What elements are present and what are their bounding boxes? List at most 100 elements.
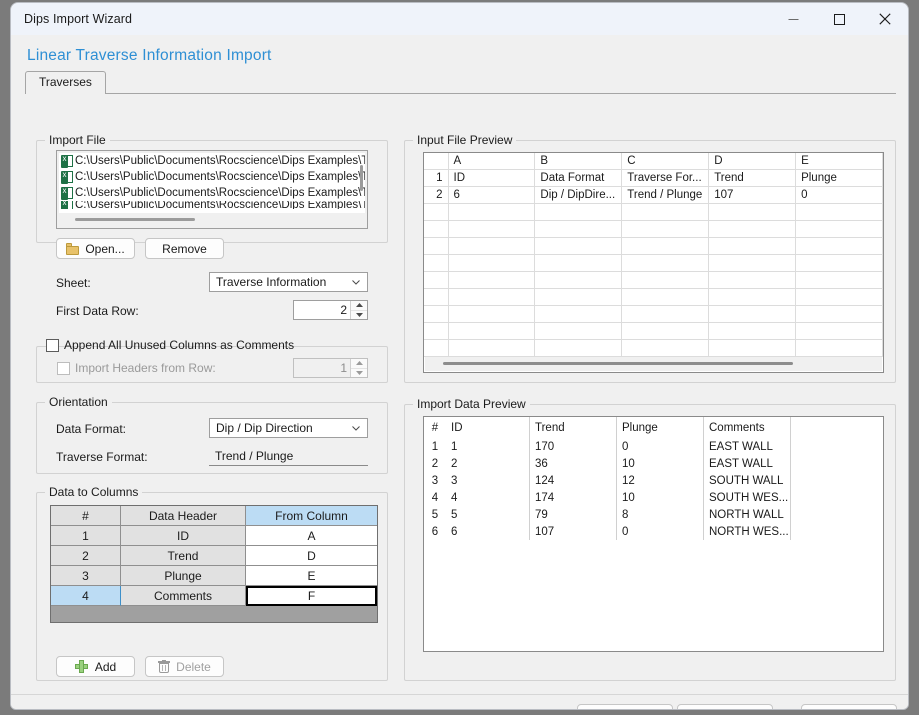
append-unused-columns-checkbox[interactable]: Append All Unused Columns as Comments: [46, 338, 294, 352]
cell[interactable]: [535, 221, 622, 238]
cell-plunge[interactable]: 8: [617, 506, 704, 523]
cell-comments[interactable]: NORTH WALL: [704, 506, 791, 523]
column-header-b[interactable]: B: [535, 153, 622, 170]
cell[interactable]: 0: [796, 187, 883, 204]
cell[interactable]: [709, 289, 796, 306]
file-list-hscroll-track[interactable]: [59, 213, 365, 226]
file-list-vertical-scrollbar[interactable]: [360, 165, 363, 191]
cell-extra[interactable]: [791, 438, 871, 455]
cell-extra[interactable]: [791, 472, 871, 489]
cell-plunge[interactable]: 10: [617, 489, 704, 506]
cell[interactable]: [449, 306, 536, 323]
close-button[interactable]: [862, 3, 908, 35]
minimize-button[interactable]: [770, 3, 816, 35]
table-row[interactable]: 1 ID Data Format Traverse For... Trend P…: [424, 170, 883, 187]
table-row-empty[interactable]: [424, 323, 883, 340]
table-row-empty[interactable]: [424, 255, 883, 272]
cell-extra[interactable]: [791, 523, 871, 540]
cell[interactable]: [709, 221, 796, 238]
cell-id[interactable]: 3: [446, 472, 530, 489]
row-from-column[interactable]: D: [246, 546, 377, 566]
cell[interactable]: [535, 204, 622, 221]
table-row-empty[interactable]: [424, 204, 883, 221]
cell[interactable]: [796, 340, 883, 357]
cell-trend[interactable]: 36: [530, 455, 617, 472]
cell[interactable]: [622, 272, 709, 289]
cell[interactable]: [449, 255, 536, 272]
cell-trend[interactable]: 124: [530, 472, 617, 489]
input-preview-horizontal-scrollbar[interactable]: [443, 362, 793, 365]
next-button[interactable]: Next >: [677, 704, 773, 710]
table-row-empty[interactable]: [424, 272, 883, 289]
back-button[interactable]: < Back: [577, 704, 673, 710]
cell[interactable]: [796, 306, 883, 323]
cell[interactable]: [796, 255, 883, 272]
import-data-preview-table[interactable]: # ID Trend Plunge Comments 1 1 170 0 EAS…: [423, 416, 884, 652]
cell[interactable]: [449, 289, 536, 306]
cell-trend[interactable]: 170: [530, 438, 617, 455]
cell[interactable]: [622, 306, 709, 323]
cell-comments[interactable]: SOUTH WALL: [704, 472, 791, 489]
cell[interactable]: [449, 272, 536, 289]
input-file-preview-table[interactable]: A B C D E 1 ID Data Format Traverse For.…: [423, 152, 884, 373]
table-row[interactable]: 2 6 Dip / DipDire... Trend / Plunge 107 …: [424, 187, 883, 204]
table-row[interactable]: 5 5 79 8 NORTH WALL: [424, 506, 883, 523]
sheet-select[interactable]: Traverse Information: [209, 272, 368, 292]
cell[interactable]: [535, 306, 622, 323]
tab-traverses[interactable]: Traverses: [25, 71, 106, 94]
data-to-columns-table[interactable]: # Data Header From Column 1 ID A 2 Trend…: [50, 505, 378, 623]
list-item[interactable]: C:\Users\Public\Documents\Rocscience\Dip…: [59, 169, 365, 185]
table-row-empty[interactable]: [424, 221, 883, 238]
table-row[interactable]: 1 ID A: [51, 526, 377, 546]
cell-trend[interactable]: 174: [530, 489, 617, 506]
cell[interactable]: [709, 204, 796, 221]
cell[interactable]: [796, 221, 883, 238]
input-preview-hscroll-track[interactable]: [425, 357, 882, 371]
cell[interactable]: [449, 221, 536, 238]
column-header-e[interactable]: E: [796, 153, 883, 170]
table-row[interactable]: 3 3 124 12 SOUTH WALL: [424, 472, 883, 489]
cell[interactable]: Data Format: [535, 170, 622, 187]
stepper-up-button[interactable]: [351, 301, 367, 311]
cell-trend[interactable]: 79: [530, 506, 617, 523]
cell[interactable]: 6: [449, 187, 536, 204]
cell-extra[interactable]: [791, 489, 871, 506]
column-header-c[interactable]: C: [622, 153, 709, 170]
cell[interactable]: [622, 289, 709, 306]
cell[interactable]: [535, 289, 622, 306]
cell[interactable]: 107: [709, 187, 796, 204]
remove-button[interactable]: Remove: [145, 238, 224, 259]
cancel-button[interactable]: Cancel: [801, 704, 897, 710]
open-button[interactable]: Open...: [56, 238, 135, 259]
cell-comments[interactable]: EAST WALL: [704, 438, 791, 455]
delete-button[interactable]: Delete: [145, 656, 224, 677]
cell[interactable]: [622, 221, 709, 238]
file-list[interactable]: C:\Users\Public\Documents\Rocscience\Dip…: [56, 150, 368, 229]
column-header-a[interactable]: A: [449, 153, 536, 170]
column-header-id[interactable]: ID: [446, 417, 530, 438]
cell-id[interactable]: 2: [446, 455, 530, 472]
cell[interactable]: [449, 238, 536, 255]
file-list-horizontal-scrollbar[interactable]: [75, 218, 195, 221]
cell[interactable]: Plunge: [796, 170, 883, 187]
cell[interactable]: [796, 323, 883, 340]
table-row-empty[interactable]: [424, 238, 883, 255]
cell-extra[interactable]: [791, 506, 871, 523]
cell[interactable]: [535, 323, 622, 340]
cell-plunge[interactable]: 10: [617, 455, 704, 472]
cell-id[interactable]: 5: [446, 506, 530, 523]
cell[interactable]: [622, 255, 709, 272]
table-row[interactable]: 6 6 107 0 NORTH WES...: [424, 523, 883, 540]
stepper-down-button[interactable]: [351, 369, 367, 378]
list-item[interactable]: C:\Users\Public\Documents\Rocscience\Dip…: [59, 201, 365, 209]
stepper-down-button[interactable]: [351, 311, 367, 320]
first-data-row-stepper[interactable]: 2: [293, 300, 368, 320]
row-from-column[interactable]: A: [246, 526, 377, 546]
cell-extra[interactable]: [791, 455, 871, 472]
table-row[interactable]: 3 Plunge E: [51, 566, 377, 586]
table-row-selected[interactable]: 4 Comments F: [51, 586, 377, 606]
cell[interactable]: [535, 255, 622, 272]
cell-trend[interactable]: 107: [530, 523, 617, 540]
cell[interactable]: [796, 289, 883, 306]
cell-id[interactable]: 4: [446, 489, 530, 506]
